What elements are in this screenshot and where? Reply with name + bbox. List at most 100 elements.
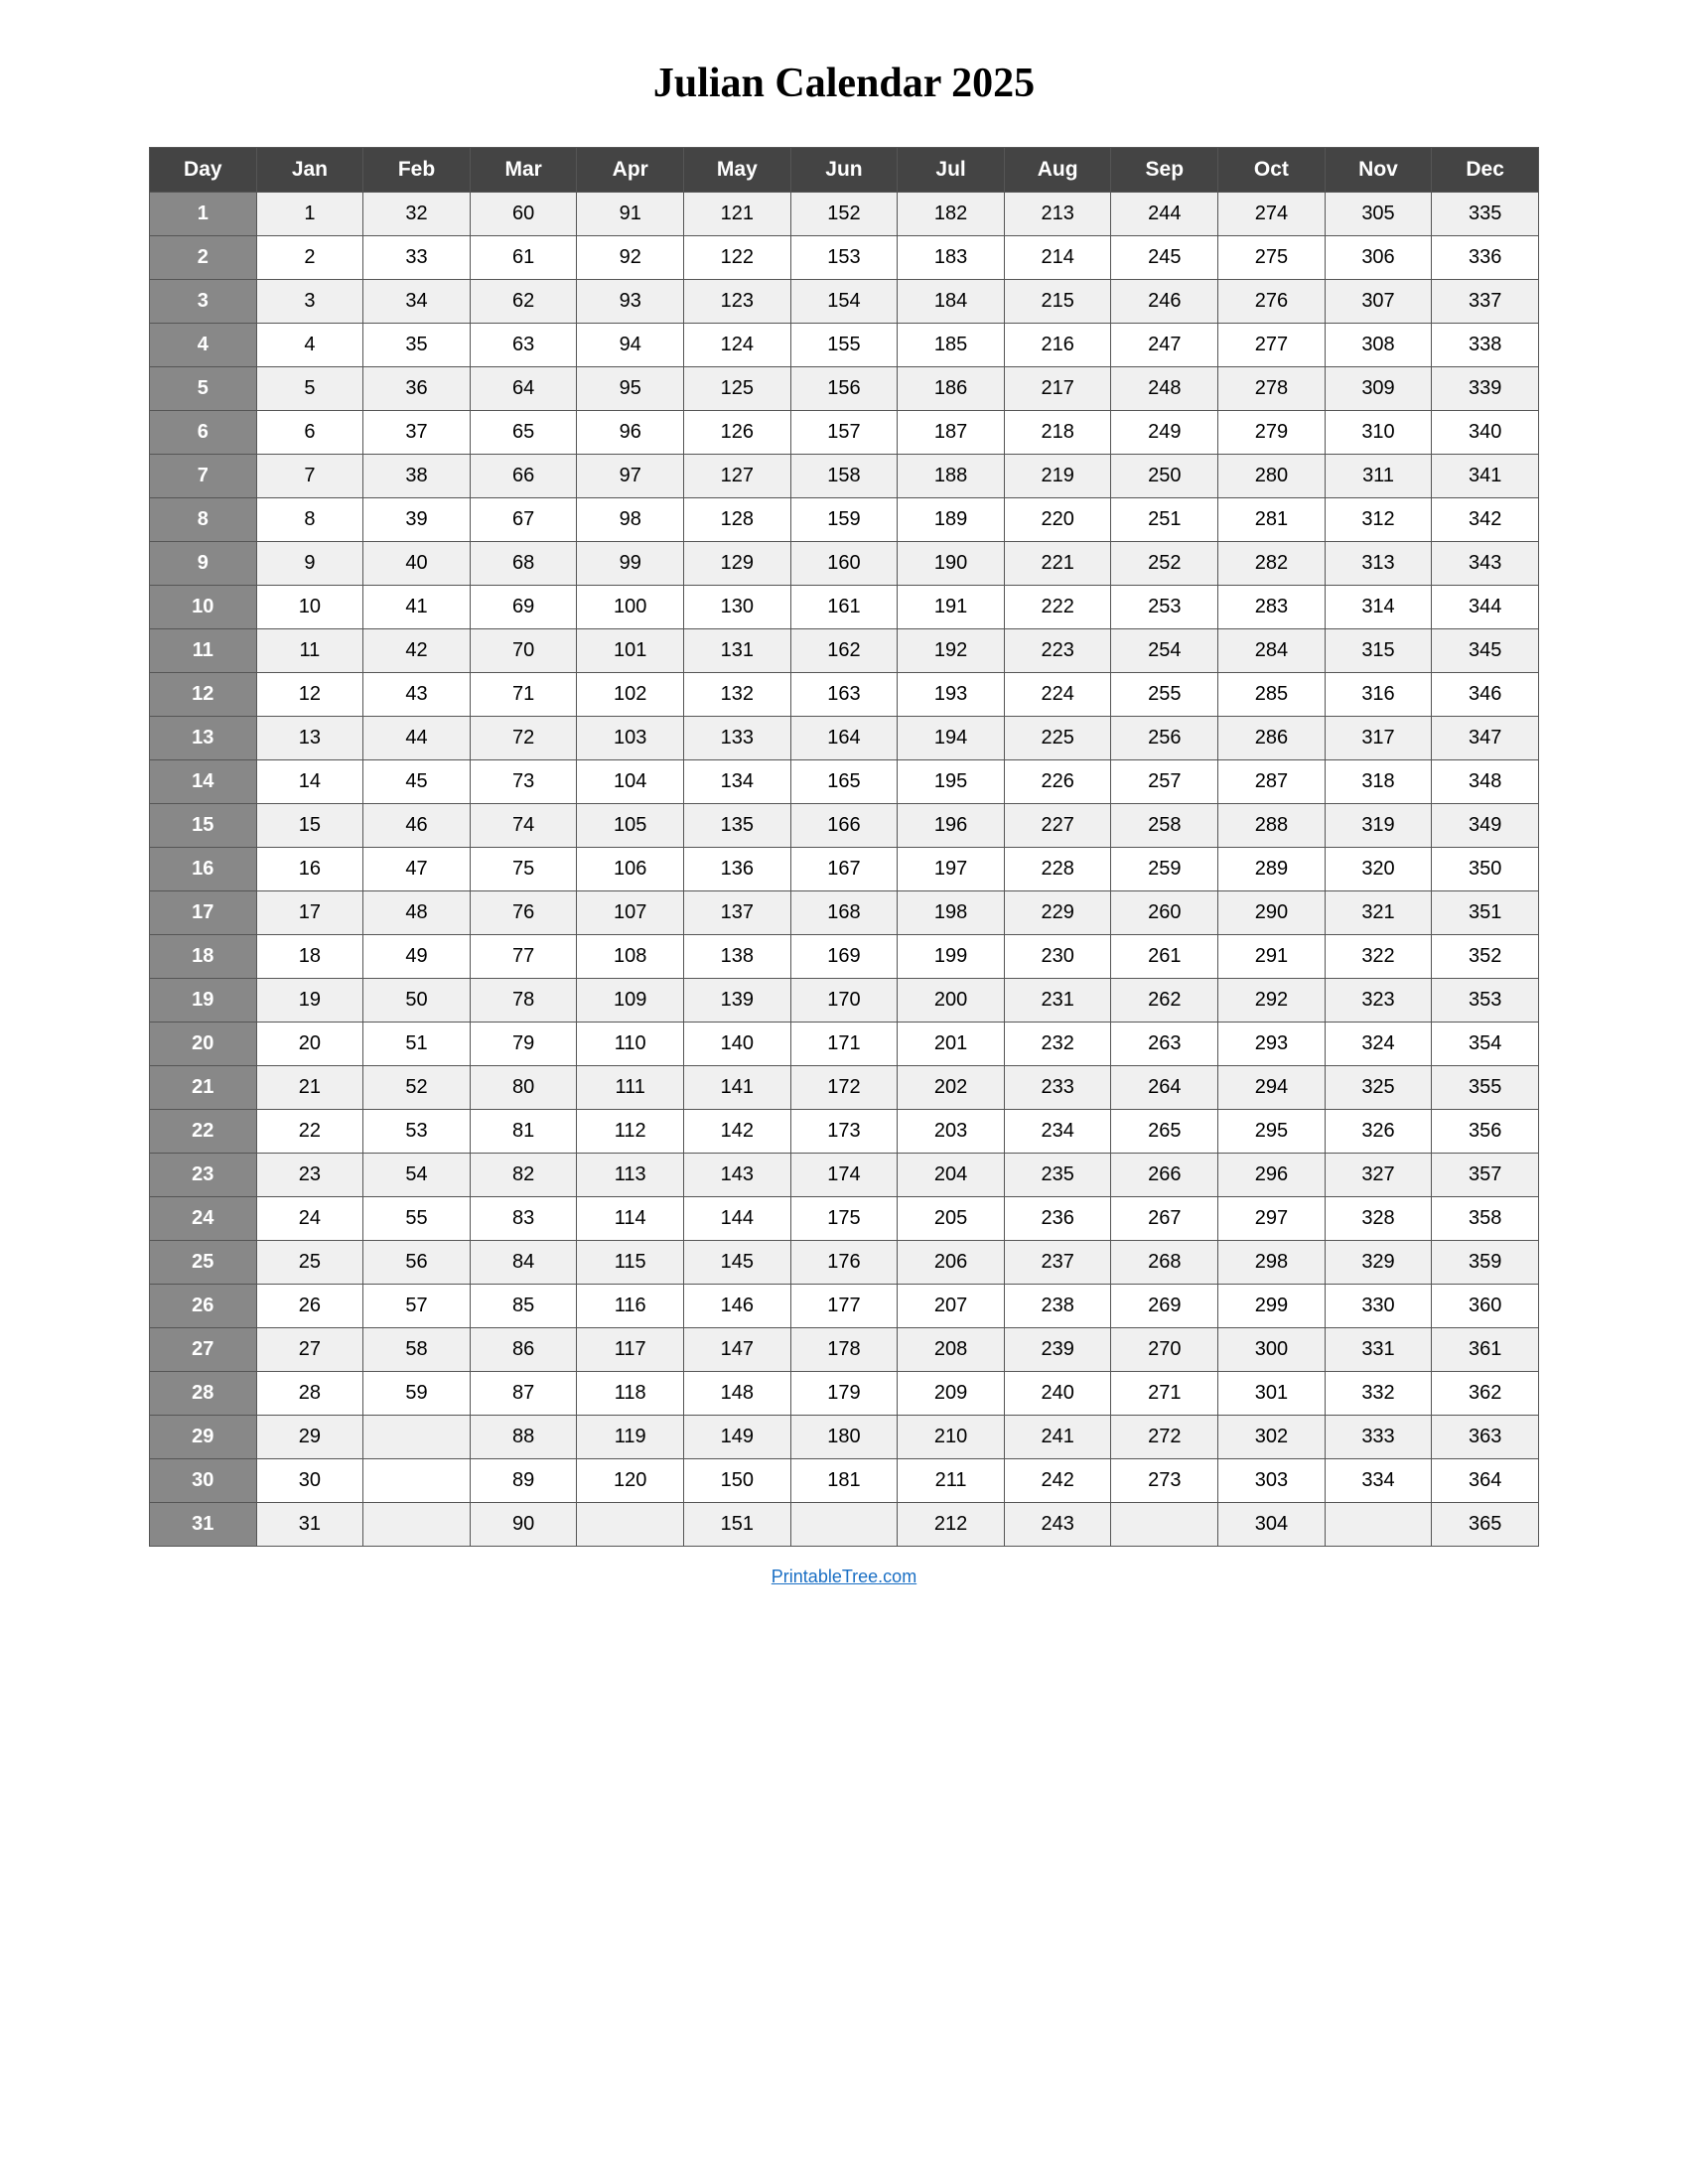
- month-cell-apr: 92: [577, 236, 684, 280]
- month-cell-dec: 339: [1432, 367, 1539, 411]
- month-cell-nov: 307: [1325, 280, 1432, 324]
- column-header-day: Day: [150, 148, 257, 193]
- month-cell-sep: 253: [1111, 586, 1218, 629]
- month-cell-jul: 191: [898, 586, 1005, 629]
- month-cell-feb: 38: [363, 455, 471, 498]
- month-cell-oct: 303: [1218, 1459, 1326, 1503]
- month-cell-nov: 316: [1325, 673, 1432, 717]
- month-cell-aug: 230: [1004, 935, 1111, 979]
- month-cell-apr: 118: [577, 1372, 684, 1416]
- day-cell: 23: [150, 1154, 257, 1197]
- month-cell-jun: 172: [790, 1066, 898, 1110]
- month-cell-may: 151: [684, 1503, 791, 1547]
- month-cell-mar: 60: [470, 193, 577, 236]
- month-cell-jan: 18: [256, 935, 363, 979]
- day-cell: 26: [150, 1285, 257, 1328]
- month-cell-apr: 101: [577, 629, 684, 673]
- month-cell-nov: 330: [1325, 1285, 1432, 1328]
- month-cell-sep: 266: [1111, 1154, 1218, 1197]
- month-cell-feb: 49: [363, 935, 471, 979]
- table-row: 25255684115145176206237268298329359: [150, 1241, 1539, 1285]
- month-cell-sep: 259: [1111, 848, 1218, 891]
- month-cell-sep: 251: [1111, 498, 1218, 542]
- month-cell-aug: 227: [1004, 804, 1111, 848]
- month-cell-feb: 33: [363, 236, 471, 280]
- month-cell-oct: 304: [1218, 1503, 1326, 1547]
- month-cell-dec: 342: [1432, 498, 1539, 542]
- month-cell-jul: 208: [898, 1328, 1005, 1372]
- month-cell-jan: 24: [256, 1197, 363, 1241]
- month-cell-oct: 302: [1218, 1416, 1326, 1459]
- column-header-oct: Oct: [1218, 148, 1326, 193]
- month-cell-aug: 216: [1004, 324, 1111, 367]
- month-cell-apr: 108: [577, 935, 684, 979]
- month-cell-mar: 67: [470, 498, 577, 542]
- month-cell-oct: 293: [1218, 1023, 1326, 1066]
- month-cell-may: 146: [684, 1285, 791, 1328]
- month-cell-jun: 177: [790, 1285, 898, 1328]
- month-cell-sep: 257: [1111, 760, 1218, 804]
- table-row: 18184977108138169199230261291322352: [150, 935, 1539, 979]
- column-header-nov: Nov: [1325, 148, 1432, 193]
- month-cell-jun: 169: [790, 935, 898, 979]
- month-cell-jan: 27: [256, 1328, 363, 1372]
- month-cell-nov: [1325, 1503, 1432, 1547]
- month-cell-jan: 25: [256, 1241, 363, 1285]
- table-row: 24245583114144175205236267297328358: [150, 1197, 1539, 1241]
- day-cell: 12: [150, 673, 257, 717]
- month-cell-may: 138: [684, 935, 791, 979]
- month-cell-nov: 312: [1325, 498, 1432, 542]
- month-cell-nov: 329: [1325, 1241, 1432, 1285]
- month-cell-nov: 326: [1325, 1110, 1432, 1154]
- day-cell: 27: [150, 1328, 257, 1372]
- table-row: 12124371102132163193224255285316346: [150, 673, 1539, 717]
- month-cell-sep: 270: [1111, 1328, 1218, 1372]
- month-cell-dec: 362: [1432, 1372, 1539, 1416]
- month-cell-nov: 317: [1325, 717, 1432, 760]
- month-cell-may: 148: [684, 1372, 791, 1416]
- month-cell-feb: 40: [363, 542, 471, 586]
- month-cell-mar: 65: [470, 411, 577, 455]
- month-cell-jan: 4: [256, 324, 363, 367]
- month-cell-feb: [363, 1459, 471, 1503]
- month-cell-jul: 199: [898, 935, 1005, 979]
- month-cell-may: 131: [684, 629, 791, 673]
- day-cell: 21: [150, 1066, 257, 1110]
- month-cell-jun: 161: [790, 586, 898, 629]
- month-cell-jul: 211: [898, 1459, 1005, 1503]
- month-cell-mar: 84: [470, 1241, 577, 1285]
- month-cell-jul: 186: [898, 367, 1005, 411]
- footer-link[interactable]: PrintableTree.com: [772, 1567, 916, 1587]
- month-cell-jul: 210: [898, 1416, 1005, 1459]
- month-cell-sep: 262: [1111, 979, 1218, 1023]
- month-cell-nov: 306: [1325, 236, 1432, 280]
- month-cell-dec: 359: [1432, 1241, 1539, 1285]
- month-cell-sep: 245: [1111, 236, 1218, 280]
- month-cell-nov: 314: [1325, 586, 1432, 629]
- month-cell-aug: 213: [1004, 193, 1111, 236]
- month-cell-mar: 75: [470, 848, 577, 891]
- month-cell-oct: 279: [1218, 411, 1326, 455]
- month-cell-nov: 313: [1325, 542, 1432, 586]
- table-row: 292988119149180210241272302333363: [150, 1416, 1539, 1459]
- month-cell-feb: 46: [363, 804, 471, 848]
- month-cell-sep: 254: [1111, 629, 1218, 673]
- month-cell-sep: 263: [1111, 1023, 1218, 1066]
- month-cell-oct: 290: [1218, 891, 1326, 935]
- month-cell-apr: [577, 1503, 684, 1547]
- month-cell-aug: 241: [1004, 1416, 1111, 1459]
- month-cell-dec: 358: [1432, 1197, 1539, 1241]
- column-header-mar: Mar: [470, 148, 577, 193]
- month-cell-jul: 196: [898, 804, 1005, 848]
- month-cell-nov: 308: [1325, 324, 1432, 367]
- table-row: 17174876107137168198229260290321351: [150, 891, 1539, 935]
- table-row: 26265785116146177207238269299330360: [150, 1285, 1539, 1328]
- month-cell-jul: 185: [898, 324, 1005, 367]
- month-cell-jun: 179: [790, 1372, 898, 1416]
- month-cell-sep: 261: [1111, 935, 1218, 979]
- month-cell-aug: 221: [1004, 542, 1111, 586]
- month-cell-jan: 12: [256, 673, 363, 717]
- month-cell-oct: 287: [1218, 760, 1326, 804]
- month-cell-aug: 223: [1004, 629, 1111, 673]
- month-cell-feb: 53: [363, 1110, 471, 1154]
